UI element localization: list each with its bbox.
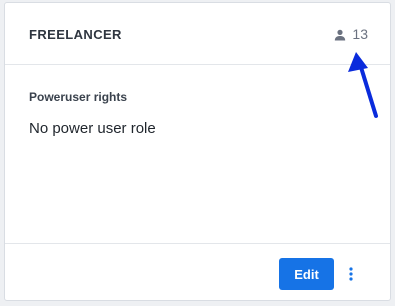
card-body: Poweruser rights No power user role <box>5 65 390 243</box>
more-vertical-icon <box>349 267 353 281</box>
poweruser-rights-value: No power user role <box>29 120 156 137</box>
role-name: FREELANCER <box>29 27 122 42</box>
card-footer: Edit <box>5 243 390 300</box>
edit-button[interactable]: Edit <box>279 258 334 290</box>
card-header: FREELANCER 13 <box>5 3 390 65</box>
member-count-value: 13 <box>352 26 368 42</box>
member-count[interactable]: 13 <box>334 24 368 44</box>
page: FREELANCER 13 Poweruser rights No power … <box>0 0 395 306</box>
user-icon <box>334 28 346 41</box>
poweruser-rights-label: Poweruser rights <box>29 90 128 104</box>
role-card: FREELANCER 13 Poweruser rights No power … <box>4 2 391 301</box>
more-options-button[interactable] <box>343 262 359 286</box>
